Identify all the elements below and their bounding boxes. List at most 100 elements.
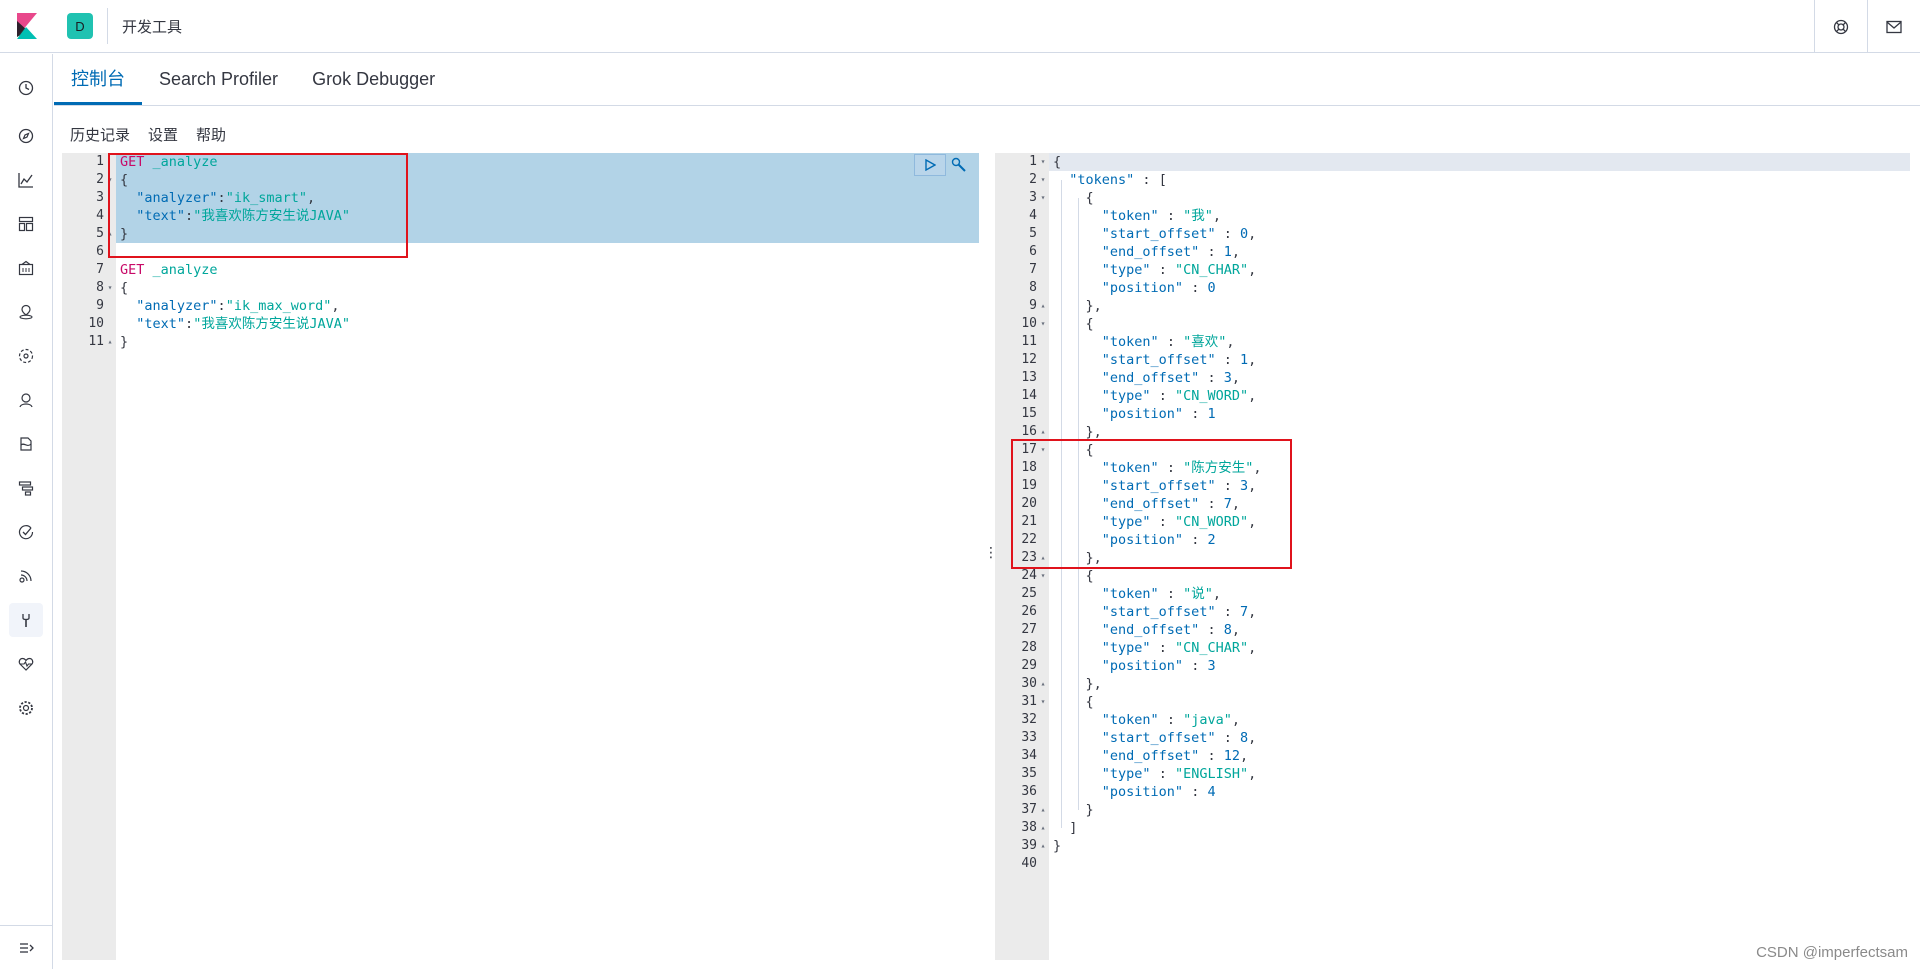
history-link[interactable]: 历史记录 bbox=[70, 124, 130, 145]
code-line[interactable]: 11 ▴} bbox=[62, 333, 979, 351]
code-line[interactable]: 34 "end_offset" : 12, bbox=[995, 747, 1910, 765]
code-line[interactable]: 30 ▴ }, bbox=[995, 675, 1910, 693]
code-line[interactable]: 3 ▾ { bbox=[995, 189, 1910, 207]
settings-link[interactable]: 设置 bbox=[148, 124, 178, 145]
nav-logs[interactable] bbox=[9, 427, 43, 461]
code-text: "type" : "CN_CHAR", bbox=[1101, 262, 1257, 278]
code-line[interactable]: 11 "token" : "喜欢", bbox=[995, 333, 1910, 351]
fold-toggle[interactable]: ▾ bbox=[1038, 567, 1048, 585]
nav-dev-tools[interactable] bbox=[9, 603, 43, 637]
code-text: "text":"我喜欢陈方安生说JAVA" bbox=[136, 316, 350, 332]
code-line[interactable]: 13 "end_offset" : 3, bbox=[995, 369, 1910, 387]
code-line[interactable]: 2 ▾ "tokens" : [ bbox=[995, 171, 1910, 189]
help-link[interactable]: 帮助 bbox=[196, 124, 226, 145]
code-line[interactable]: 26 "start_offset" : 7, bbox=[995, 603, 1910, 621]
clock-icon bbox=[18, 80, 34, 96]
nav-canvas[interactable] bbox=[9, 251, 43, 285]
send-request-button[interactable] bbox=[914, 154, 946, 176]
code-line[interactable]: 27 "end_offset" : 8, bbox=[995, 621, 1910, 639]
code-text: { bbox=[1053, 154, 1062, 170]
code-line[interactable]: 14 "type" : "CN_WORD", bbox=[995, 387, 1910, 405]
fold-toggle[interactable]: ▴ bbox=[1038, 819, 1048, 837]
fold-toggle[interactable]: ▴ bbox=[1038, 801, 1048, 819]
code-text: }, bbox=[1053, 298, 1102, 314]
nav-discover[interactable] bbox=[9, 119, 43, 153]
code-line[interactable]: 31 ▾ { bbox=[995, 693, 1910, 711]
code-line[interactable]: 10 ▾ { bbox=[995, 315, 1910, 333]
nav-machine-learning[interactable] bbox=[9, 339, 43, 373]
code-line[interactable]: 8 "position" : 0 bbox=[995, 279, 1910, 297]
fold-toggle[interactable]: ▴ bbox=[1038, 837, 1048, 855]
nav-infrastructure[interactable] bbox=[9, 383, 43, 417]
code-line[interactable]: 7 GET _analyze bbox=[62, 261, 979, 279]
kibana-logo[interactable] bbox=[0, 0, 53, 53]
code-text: "end_offset" : 1, bbox=[1101, 244, 1241, 260]
nav-dashboard[interactable] bbox=[9, 207, 43, 241]
fold-toggle[interactable]: ▾ bbox=[105, 279, 115, 297]
fold-toggle[interactable]: ▴ bbox=[1038, 297, 1048, 315]
line-number: 27 bbox=[1021, 622, 1037, 637]
code-line[interactable]: 15 "position" : 1 bbox=[995, 405, 1910, 423]
tab-grok-debugger[interactable]: Grok Debugger bbox=[295, 53, 452, 105]
code-line[interactable]: 40 bbox=[995, 855, 1910, 873]
code-line[interactable]: 1 ▾ { bbox=[995, 153, 1910, 171]
code-line[interactable]: 8 ▾ { bbox=[62, 279, 979, 297]
nav-maps[interactable] bbox=[9, 295, 43, 329]
tab-console[interactable]: 控制台 bbox=[54, 53, 142, 105]
fold-toggle[interactable]: ▴ bbox=[1038, 675, 1048, 693]
code-text: "end_offset" : 3, bbox=[1101, 370, 1241, 386]
code-line[interactable]: 9 ▴ }, bbox=[995, 297, 1910, 315]
code-line[interactable]: 33 "start_offset" : 8, bbox=[995, 729, 1910, 747]
nav-siem[interactable] bbox=[9, 559, 43, 593]
code-line[interactable]: 5 "start_offset" : 0, bbox=[995, 225, 1910, 243]
code-line[interactable]: 25 "token" : "说", bbox=[995, 585, 1910, 603]
code-line[interactable]: 32 "token" : "java", bbox=[995, 711, 1910, 729]
code-line[interactable]: 4 "token" : "我", bbox=[995, 207, 1910, 225]
code-line[interactable]: 37 ▴ } bbox=[995, 801, 1910, 819]
fold-toggle[interactable]: ▴ bbox=[105, 333, 115, 351]
code-line[interactable]: 10 "text":"我喜欢陈方安生说JAVA" bbox=[62, 315, 979, 333]
code-line[interactable]: 28 "type" : "CN_CHAR", bbox=[995, 639, 1910, 657]
code-line[interactable]: 12 "start_offset" : 1, bbox=[995, 351, 1910, 369]
line-number: 5 bbox=[96, 226, 104, 241]
newsfeed-button[interactable] bbox=[1867, 0, 1920, 53]
recently-viewed-button[interactable] bbox=[9, 71, 43, 105]
nav-uptime[interactable] bbox=[9, 515, 43, 549]
line-number: 13 bbox=[1021, 370, 1037, 385]
side-nav bbox=[0, 54, 53, 969]
code-line[interactable]: 24 ▾ { bbox=[995, 567, 1910, 585]
code-line[interactable]: 36 "position" : 4 bbox=[995, 783, 1910, 801]
code-line[interactable]: 7 "type" : "CN_CHAR", bbox=[995, 261, 1910, 279]
code-line[interactable]: 9 "analyzer":"ik_max_word", bbox=[62, 297, 979, 315]
nav-visualize[interactable] bbox=[9, 163, 43, 197]
nav-management[interactable] bbox=[9, 691, 43, 725]
request-options-button[interactable] bbox=[946, 154, 972, 176]
fold-toggle[interactable]: ▾ bbox=[1038, 189, 1048, 207]
fold-toggle[interactable]: ▾ bbox=[1038, 171, 1048, 189]
code-text: "end_offset" : 12, bbox=[1101, 748, 1249, 764]
code-line[interactable]: 39 ▴} bbox=[995, 837, 1910, 855]
space-avatar[interactable]: D bbox=[67, 13, 93, 39]
fold-toggle[interactable]: ▾ bbox=[1038, 153, 1048, 171]
fold-toggle[interactable]: ▾ bbox=[1038, 315, 1048, 333]
code-line[interactable]: 38 ▴ ] bbox=[995, 819, 1910, 837]
header-divider bbox=[107, 8, 108, 44]
line-number: 33 bbox=[1021, 730, 1037, 745]
help-button[interactable] bbox=[1814, 0, 1867, 53]
collapse-nav-button[interactable] bbox=[0, 925, 53, 969]
request-editor[interactable]: 1 GET _analyze 2 ▾{3 "analyzer":"ik_smart",… bbox=[62, 153, 979, 960]
nav-apm[interactable] bbox=[9, 471, 43, 505]
nav-monitoring[interactable] bbox=[9, 647, 43, 681]
infra-icon bbox=[19, 393, 33, 408]
line-number: 3 bbox=[96, 190, 104, 205]
line-number: 25 bbox=[1021, 586, 1037, 601]
code-line[interactable]: 6 "end_offset" : 1, bbox=[995, 243, 1910, 261]
line-number: 8 bbox=[96, 280, 104, 295]
line-number: 3 bbox=[1029, 190, 1037, 205]
code-line[interactable]: 35 "type" : "ENGLISH", bbox=[995, 765, 1910, 783]
code-line[interactable]: 29 "position" : 3 bbox=[995, 657, 1910, 675]
panel-resizer[interactable]: ⋮ bbox=[984, 545, 998, 561]
fold-toggle[interactable]: ▾ bbox=[1038, 693, 1048, 711]
tab-search-profiler[interactable]: Search Profiler bbox=[142, 53, 295, 105]
line-number: 2 bbox=[96, 172, 104, 187]
